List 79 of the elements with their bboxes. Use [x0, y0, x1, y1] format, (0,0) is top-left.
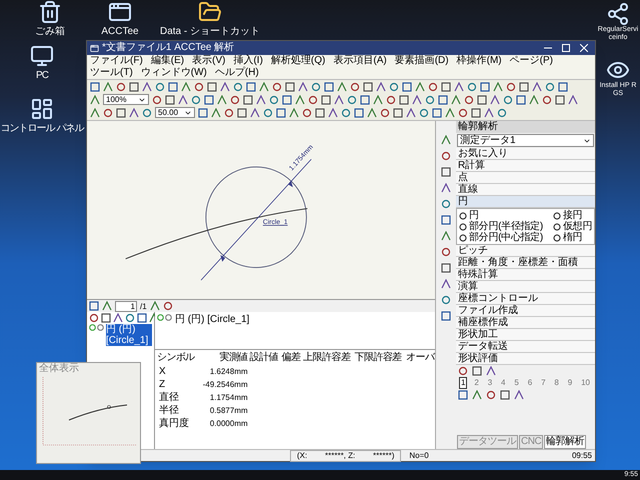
- category-item[interactable]: 演算: [456, 281, 595, 293]
- category-item[interactable]: ピッチ: [456, 245, 595, 257]
- column-header[interactable]: シンボル: [157, 352, 195, 363]
- column-header[interactable]: 上限許容差: [303, 352, 350, 363]
- category-item[interactable]: 形状評価: [456, 353, 595, 365]
- page-number[interactable]: 8: [552, 377, 561, 389]
- table-cell: 半径: [159, 405, 179, 416]
- page-number[interactable]: 1: [459, 377, 468, 389]
- category-item[interactable]: 補座標作成: [456, 317, 595, 329]
- column-header[interactable]: 偏差: [282, 352, 300, 363]
- category-item[interactable]: 形状加工: [456, 329, 595, 341]
- table-cell: 直径: [159, 392, 179, 403]
- panel-title: 輪郭解析: [456, 121, 595, 133]
- page-number[interactable]: 10: [579, 377, 592, 389]
- menu-item[interactable]: 要素描画(D): [394, 55, 449, 67]
- menu-item[interactable]: ヘルプ(H): [214, 67, 259, 79]
- table-cell: 1.1754mm: [210, 393, 248, 402]
- column-header[interactable]: 実測値: [219, 352, 248, 363]
- circle-option[interactable]: 接円: [562, 210, 582, 221]
- panel-tab[interactable]: 輪郭解析: [544, 435, 586, 449]
- circle-option[interactable]: 部分円(半径指定): [469, 221, 543, 232]
- category-item[interactable]: 直線: [456, 184, 595, 196]
- category-item[interactable]: 特殊計算: [456, 269, 595, 281]
- page-number[interactable]: 9: [566, 377, 574, 389]
- category-item[interactable]: 円: [456, 196, 595, 208]
- desktop-icon-label[interactable]: ごみ箱: [35, 26, 65, 37]
- page-number[interactable]: 5: [512, 377, 521, 389]
- tree-item[interactable]: 円 (円) [Circle_1]: [106, 324, 152, 346]
- column-header[interactable]: 下限許容差: [354, 352, 402, 363]
- table-cell: 0.5877mm: [210, 406, 248, 415]
- desktop-icon-label[interactable]: PC: [36, 70, 48, 81]
- window-title: *文書ファイル1 ACCTee 解析: [102, 42, 234, 54]
- menu-item[interactable]: ウィンドウ(W): [140, 67, 207, 79]
- menu-item[interactable]: 編集(E): [150, 55, 184, 67]
- page-number[interactable]: 4: [499, 377, 508, 389]
- count-readout: No=0: [409, 450, 429, 460]
- detail-header: 円 (円) [Circle_1]: [175, 314, 250, 325]
- category-item[interactable]: 距離・角度・座標差・面積: [456, 257, 595, 269]
- table-cell: -49.2546mm: [202, 380, 248, 389]
- desktop-icon-label[interactable]: ACCTee: [101, 26, 139, 37]
- circle-option[interactable]: 仮想円: [562, 221, 592, 232]
- category-item[interactable]: ファイル作成: [456, 305, 595, 317]
- zoom-combo[interactable]: 100%: [103, 94, 149, 105]
- category-item[interactable]: 点: [456, 172, 595, 184]
- data-combo[interactable]: 測定データ1: [457, 134, 594, 147]
- zoom-combo[interactable]: 50.00: [155, 107, 195, 118]
- page-field[interactable]: 1: [115, 300, 137, 312]
- menu-item[interactable]: ページ(P): [510, 55, 553, 67]
- desktop-icon-label[interactable]: コントロール パネル: [0, 123, 84, 134]
- menu-item[interactable]: 解析処理(Q): [270, 55, 326, 67]
- column-header[interactable]: オーバ: [406, 352, 434, 363]
- menu-item[interactable]: 表示(V): [192, 55, 226, 67]
- menu-item[interactable]: 枠操作(M): [456, 55, 502, 67]
- overview-title: 全体表示: [38, 363, 80, 375]
- circle-option[interactable]: 楕円: [562, 232, 582, 243]
- table-cell: X: [159, 366, 166, 377]
- menu-item[interactable]: 表示項目(A): [333, 55, 387, 67]
- column-header[interactable]: 設計値: [250, 352, 278, 363]
- category-item[interactable]: データ転送: [456, 341, 595, 353]
- circle-option[interactable]: 部分円(中心指定): [469, 232, 543, 243]
- category-item[interactable]: お気に入り: [456, 148, 595, 160]
- category-item[interactable]: 座標コントロール: [456, 293, 595, 305]
- coordinates-readout: (X: ******, Z: ******): [290, 450, 402, 462]
- status-time: 09:55: [572, 450, 592, 460]
- page-number[interactable]: 2: [472, 377, 481, 389]
- page-number[interactable]: 3: [486, 377, 494, 389]
- table-cell: 0.0000mm: [210, 419, 248, 428]
- circle-option[interactable]: 円: [469, 210, 479, 221]
- page-number[interactable]: 6: [526, 377, 534, 389]
- menu-item[interactable]: ファイル(F): [90, 55, 143, 67]
- menu-item[interactable]: 挿入(I): [233, 55, 263, 67]
- table-cell: 1.6248mm: [210, 367, 248, 376]
- table-cell: Z: [159, 379, 166, 390]
- table-cell: 真円度: [159, 418, 189, 429]
- menu-item[interactable]: ツール(T): [90, 67, 133, 79]
- category-item[interactable]: R計算: [456, 160, 595, 172]
- page-total: /1: [140, 302, 147, 310]
- desktop-icon-label[interactable]: Data - ショートカット: [160, 26, 260, 37]
- page-number[interactable]: 7: [539, 377, 548, 389]
